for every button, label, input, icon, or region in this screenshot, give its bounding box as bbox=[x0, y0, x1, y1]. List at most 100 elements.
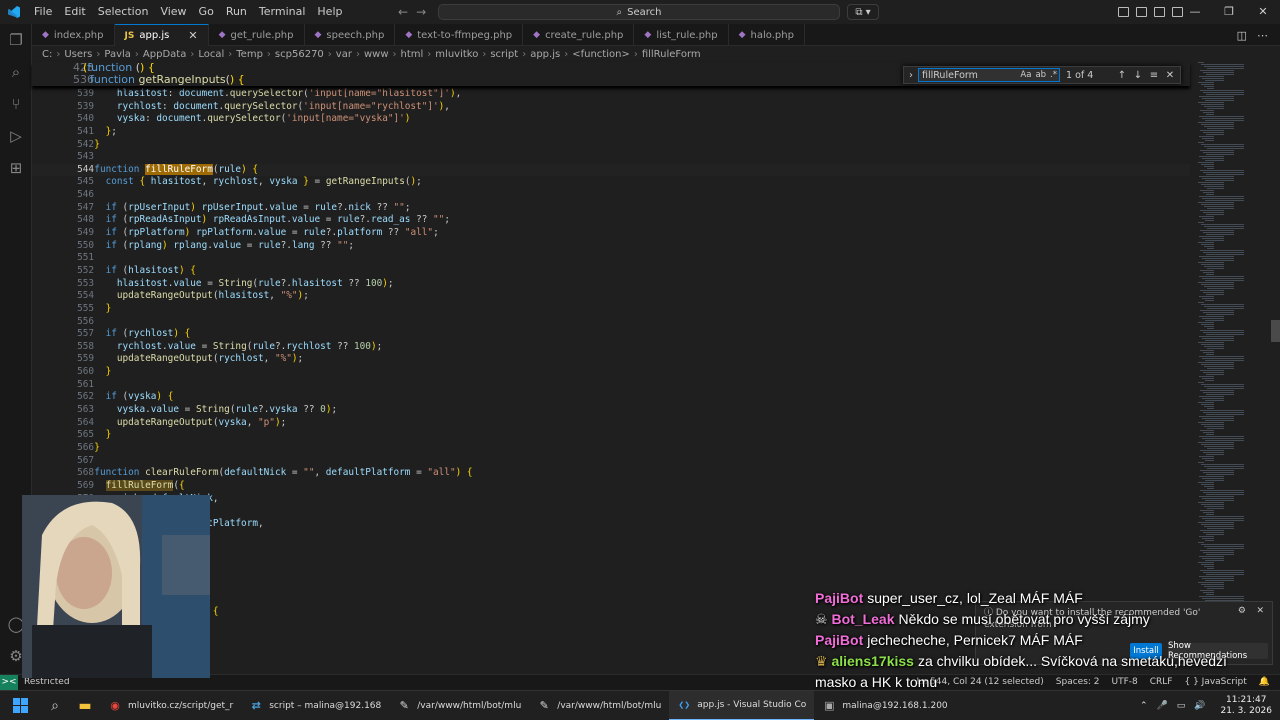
breadcrumb-item[interactable]: html bbox=[401, 49, 424, 60]
taskbar-app[interactable]: ✎ /var/www/html/bot/mlu bbox=[529, 691, 669, 720]
code-line[interactable]: 549 if (rpPlatform) rpPlatform.value = r… bbox=[32, 227, 1190, 240]
find-in-selection-icon[interactable]: ≡ bbox=[1146, 70, 1162, 81]
code-line[interactable]: 556 bbox=[32, 316, 1190, 329]
tab-list_rule-php[interactable]: ◆ list_rule.php bbox=[634, 24, 729, 46]
copilot-button[interactable]: ⧉ ▾ bbox=[847, 4, 879, 20]
menu-run[interactable]: Run bbox=[220, 0, 253, 24]
restore-icon[interactable]: ❐ bbox=[1212, 0, 1246, 24]
file-explorer-icon[interactable]: ▬ bbox=[70, 691, 100, 720]
toggle-primary-sidebar-icon[interactable] bbox=[1118, 7, 1129, 17]
code-line[interactable]: 554 updateRangeOutput(hlasitost, "%"); bbox=[32, 290, 1190, 303]
code-line[interactable]: 558 rychlost.value = String(rule?.rychlo… bbox=[32, 341, 1190, 354]
toggle-panel-icon[interactable] bbox=[1136, 7, 1147, 17]
menu-terminal[interactable]: Terminal bbox=[253, 0, 312, 24]
code-line[interactable]: 557 if (rychlost) { bbox=[32, 328, 1190, 341]
vertical-scrollbar[interactable] bbox=[1271, 320, 1280, 342]
menu-view[interactable]: View bbox=[154, 0, 192, 24]
code-line[interactable]: 560 } bbox=[32, 366, 1190, 379]
tab-create_rule-php[interactable]: ◆ create_rule.php bbox=[523, 24, 635, 46]
tab-text-to-ffmpeg-php[interactable]: ◆ text-to-ffmpeg.php bbox=[395, 24, 524, 46]
forward-arrow-icon[interactable]: → bbox=[416, 5, 426, 19]
run-debug-icon[interactable]: ▷ bbox=[6, 126, 26, 146]
tray-overflow-icon[interactable]: ⌃ bbox=[1140, 701, 1148, 711]
network-icon[interactable]: ▭ bbox=[1177, 701, 1186, 711]
volume-icon[interactable]: 🔊 bbox=[1194, 701, 1205, 711]
find-input[interactable]: fillRuleForm Aa ab .* bbox=[918, 68, 1060, 82]
code-line[interactable]: 545 const { hlasitost, rychlost, vyska }… bbox=[32, 176, 1190, 189]
code-line[interactable]: 547 if (rpUserInput) rpUserInput.value =… bbox=[32, 202, 1190, 215]
code-line[interactable]: 565 } bbox=[32, 429, 1190, 442]
code-line[interactable]: 540 vyska: document.querySelector('input… bbox=[32, 113, 1190, 126]
match-whole-word-icon[interactable]: ab bbox=[1035, 69, 1046, 81]
code-line[interactable]: 539 hlasitost: document.querySelector('i… bbox=[32, 88, 1190, 101]
menu-edit[interactable]: Edit bbox=[58, 0, 91, 24]
menu-file[interactable]: File bbox=[28, 0, 58, 24]
tab-speech-php[interactable]: ◆ speech.php bbox=[305, 24, 396, 46]
remote-indicator[interactable]: >< bbox=[0, 675, 18, 691]
clock[interactable]: 11:21:47 21. 3. 2026 bbox=[1220, 695, 1272, 717]
breadcrumb-item[interactable]: Temp bbox=[236, 49, 263, 60]
menu-help[interactable]: Help bbox=[311, 0, 348, 24]
breadcrumb-item[interactable]: <function> bbox=[572, 49, 630, 60]
code-line[interactable]: 548 if (rpReadAsInput) rpReadAsInput.val… bbox=[32, 214, 1190, 227]
code-line[interactable]: 563 vyska.value = String(rule?.vyska ?? … bbox=[32, 404, 1190, 417]
use-regex-icon[interactable]: .* bbox=[1050, 69, 1057, 81]
toggle-replace-icon[interactable]: › bbox=[904, 70, 918, 81]
breadcrumb-item[interactable]: AppData bbox=[143, 49, 186, 60]
breadcrumb-item[interactable]: var bbox=[336, 49, 352, 60]
code-line[interactable]: 539 rychlost: document.querySelector('in… bbox=[32, 101, 1190, 114]
match-case-icon[interactable]: Aa bbox=[1020, 69, 1031, 81]
tab-app-js[interactable]: JS app.js ✕ bbox=[114, 24, 209, 46]
code-line[interactable]: 559 updateRangeOutput(rychlost, "%"); bbox=[32, 353, 1190, 366]
taskbar-app[interactable]: ✎ /var/www/html/bot/mlu bbox=[389, 691, 529, 720]
breadcrumb-item[interactable]: Local bbox=[198, 49, 224, 60]
taskbar-app[interactable]: ⇄ script – malina@192.168 bbox=[241, 691, 389, 720]
minimap[interactable] bbox=[1196, 62, 1270, 670]
breadcrumb-item[interactable]: app.js bbox=[530, 49, 560, 60]
code-line[interactable]: 564 updateRangeOutput(vyska, "p"); bbox=[32, 417, 1190, 430]
breadcrumb-item[interactable]: script bbox=[490, 49, 518, 60]
taskbar-search-icon[interactable]: ⌕ bbox=[40, 691, 70, 720]
explorer-icon[interactable]: ❐ bbox=[6, 30, 26, 50]
code-line[interactable]: 550 if (rplang) rplang.value = rule?.lan… bbox=[32, 240, 1190, 253]
next-match-icon[interactable]: ↓ bbox=[1130, 70, 1146, 81]
breadcrumb-item[interactable]: mluvitko bbox=[435, 49, 478, 60]
tab-get_rule-php[interactable]: ◆ get_rule.php bbox=[209, 24, 305, 46]
menu-selection[interactable]: Selection bbox=[92, 0, 155, 24]
close-tab-icon[interactable]: ✕ bbox=[188, 29, 197, 42]
taskbar-app[interactable]: ▣ malina@192.168.1.200 bbox=[814, 691, 955, 720]
more-actions-icon[interactable]: ⋯ bbox=[1257, 29, 1268, 42]
taskbar-app[interactable]: ❮❯ app.js - Visual Studio Co bbox=[669, 690, 815, 720]
breadcrumb-item[interactable]: www bbox=[364, 49, 389, 60]
search-activity-icon[interactable]: ⌕ bbox=[6, 62, 26, 82]
code-line[interactable]: 562 if (vyska) { bbox=[32, 391, 1190, 404]
code-line[interactable]: 569 fillRuleForm({ bbox=[32, 479, 1190, 493]
command-center-search[interactable]: ⌕ Search bbox=[438, 4, 840, 20]
code-line[interactable]: 568 function clearRuleForm(defaultNick =… bbox=[32, 467, 1190, 480]
extensions-icon[interactable]: ⊞ bbox=[6, 158, 26, 178]
start-button[interactable] bbox=[0, 691, 40, 720]
back-arrow-icon[interactable]: ← bbox=[398, 5, 408, 19]
toggle-secondary-sidebar-icon[interactable] bbox=[1154, 7, 1165, 17]
tab-halo-php[interactable]: ◆ halo.php bbox=[729, 24, 805, 46]
breadcrumb-item[interactable]: fillRuleForm bbox=[642, 49, 701, 60]
split-editor-icon[interactable]: ◫ bbox=[1237, 29, 1247, 42]
taskbar-app[interactable]: ◉ mluvitko.cz/script/get_r bbox=[100, 691, 241, 720]
code-line[interactable]: 551 bbox=[32, 252, 1190, 265]
code-line[interactable]: 566 } bbox=[32, 442, 1190, 455]
menu-go[interactable]: Go bbox=[193, 0, 220, 24]
code-line[interactable]: 544 function fillRuleForm(rule) { bbox=[32, 163, 1190, 177]
breadcrumb-item[interactable]: C: bbox=[42, 49, 52, 60]
code-line[interactable]: 546 bbox=[32, 189, 1190, 202]
mic-icon[interactable]: 🎤 bbox=[1157, 701, 1168, 711]
code-line[interactable]: 552 if (hlasitost) { bbox=[32, 265, 1190, 278]
code-line[interactable]: 542 } bbox=[32, 139, 1190, 152]
breadcrumb-item[interactable]: Users bbox=[64, 49, 92, 60]
minimize-icon[interactable]: — bbox=[1178, 0, 1212, 24]
code-line[interactable]: 555 } bbox=[32, 303, 1190, 316]
code-line[interactable]: 541 }; bbox=[32, 126, 1190, 139]
breadcrumb-item[interactable]: scp56270 bbox=[275, 49, 324, 60]
source-control-icon[interactable]: ⑂ bbox=[6, 94, 26, 114]
breadcrumb-item[interactable]: Pavla bbox=[104, 49, 131, 60]
close-window-icon[interactable]: ✕ bbox=[1246, 0, 1280, 24]
